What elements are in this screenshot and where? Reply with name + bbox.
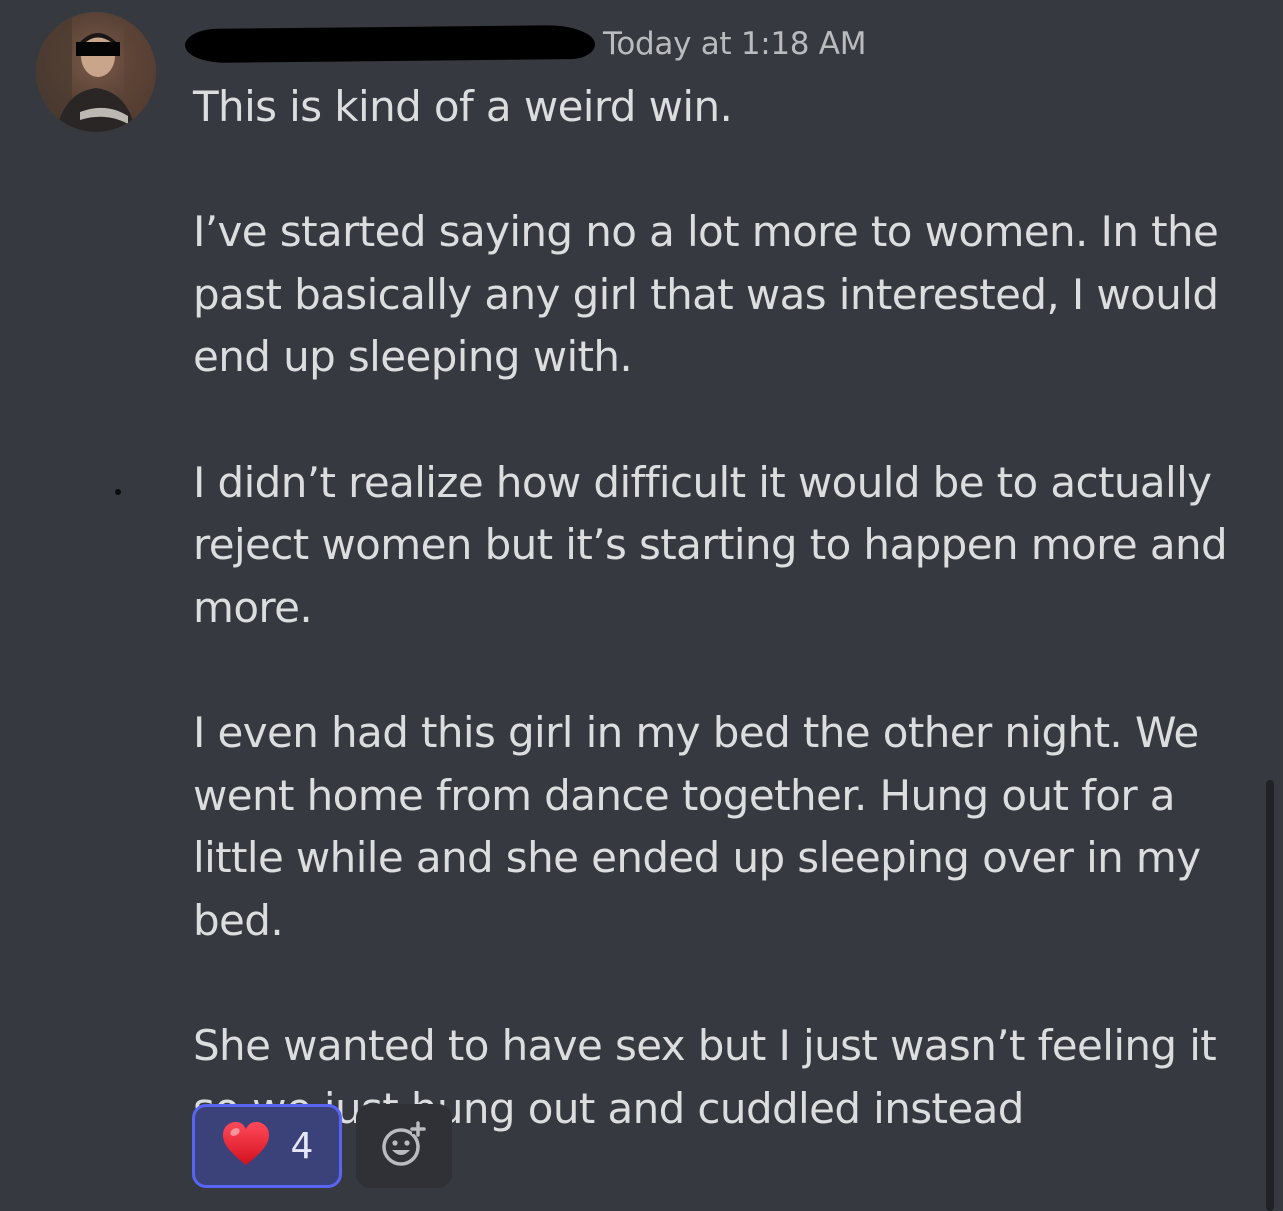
message-paragraph-1: This is kind of a weird win. <box>193 82 733 131</box>
scrollbar[interactable] <box>1266 780 1274 1211</box>
stray-dot <box>115 489 121 495</box>
message-timestamp[interactable]: Today at 1:18 AM <box>603 26 866 62</box>
username-redacted[interactable] <box>184 24 596 64</box>
chat-message: Today at 1:18 AM This is kind of a weird… <box>0 0 1283 1211</box>
reaction-count: 4 <box>290 1125 314 1167</box>
reaction-heart[interactable]: 4 <box>192 1104 342 1188</box>
avatar-photo <box>36 12 156 132</box>
message-paragraph-3: I didn’t realize how difficult it would … <box>193 457 1228 632</box>
heart-icon <box>221 1121 271 1171</box>
user-avatar[interactable] <box>36 12 156 132</box>
message-paragraph-2: I’ve started saying no a lot more to wom… <box>193 207 1219 382</box>
add-emoji-icon <box>380 1120 428 1172</box>
message-paragraph-4: I even had this girl in my bed the other… <box>193 707 1201 945</box>
message-header: Today at 1:18 AM <box>184 14 866 74</box>
reaction-bar: 4 <box>192 1104 452 1188</box>
message-content: This is kind of a weird win. I’ve starte… <box>193 76 1258 1140</box>
add-reaction-button[interactable] <box>356 1104 452 1188</box>
